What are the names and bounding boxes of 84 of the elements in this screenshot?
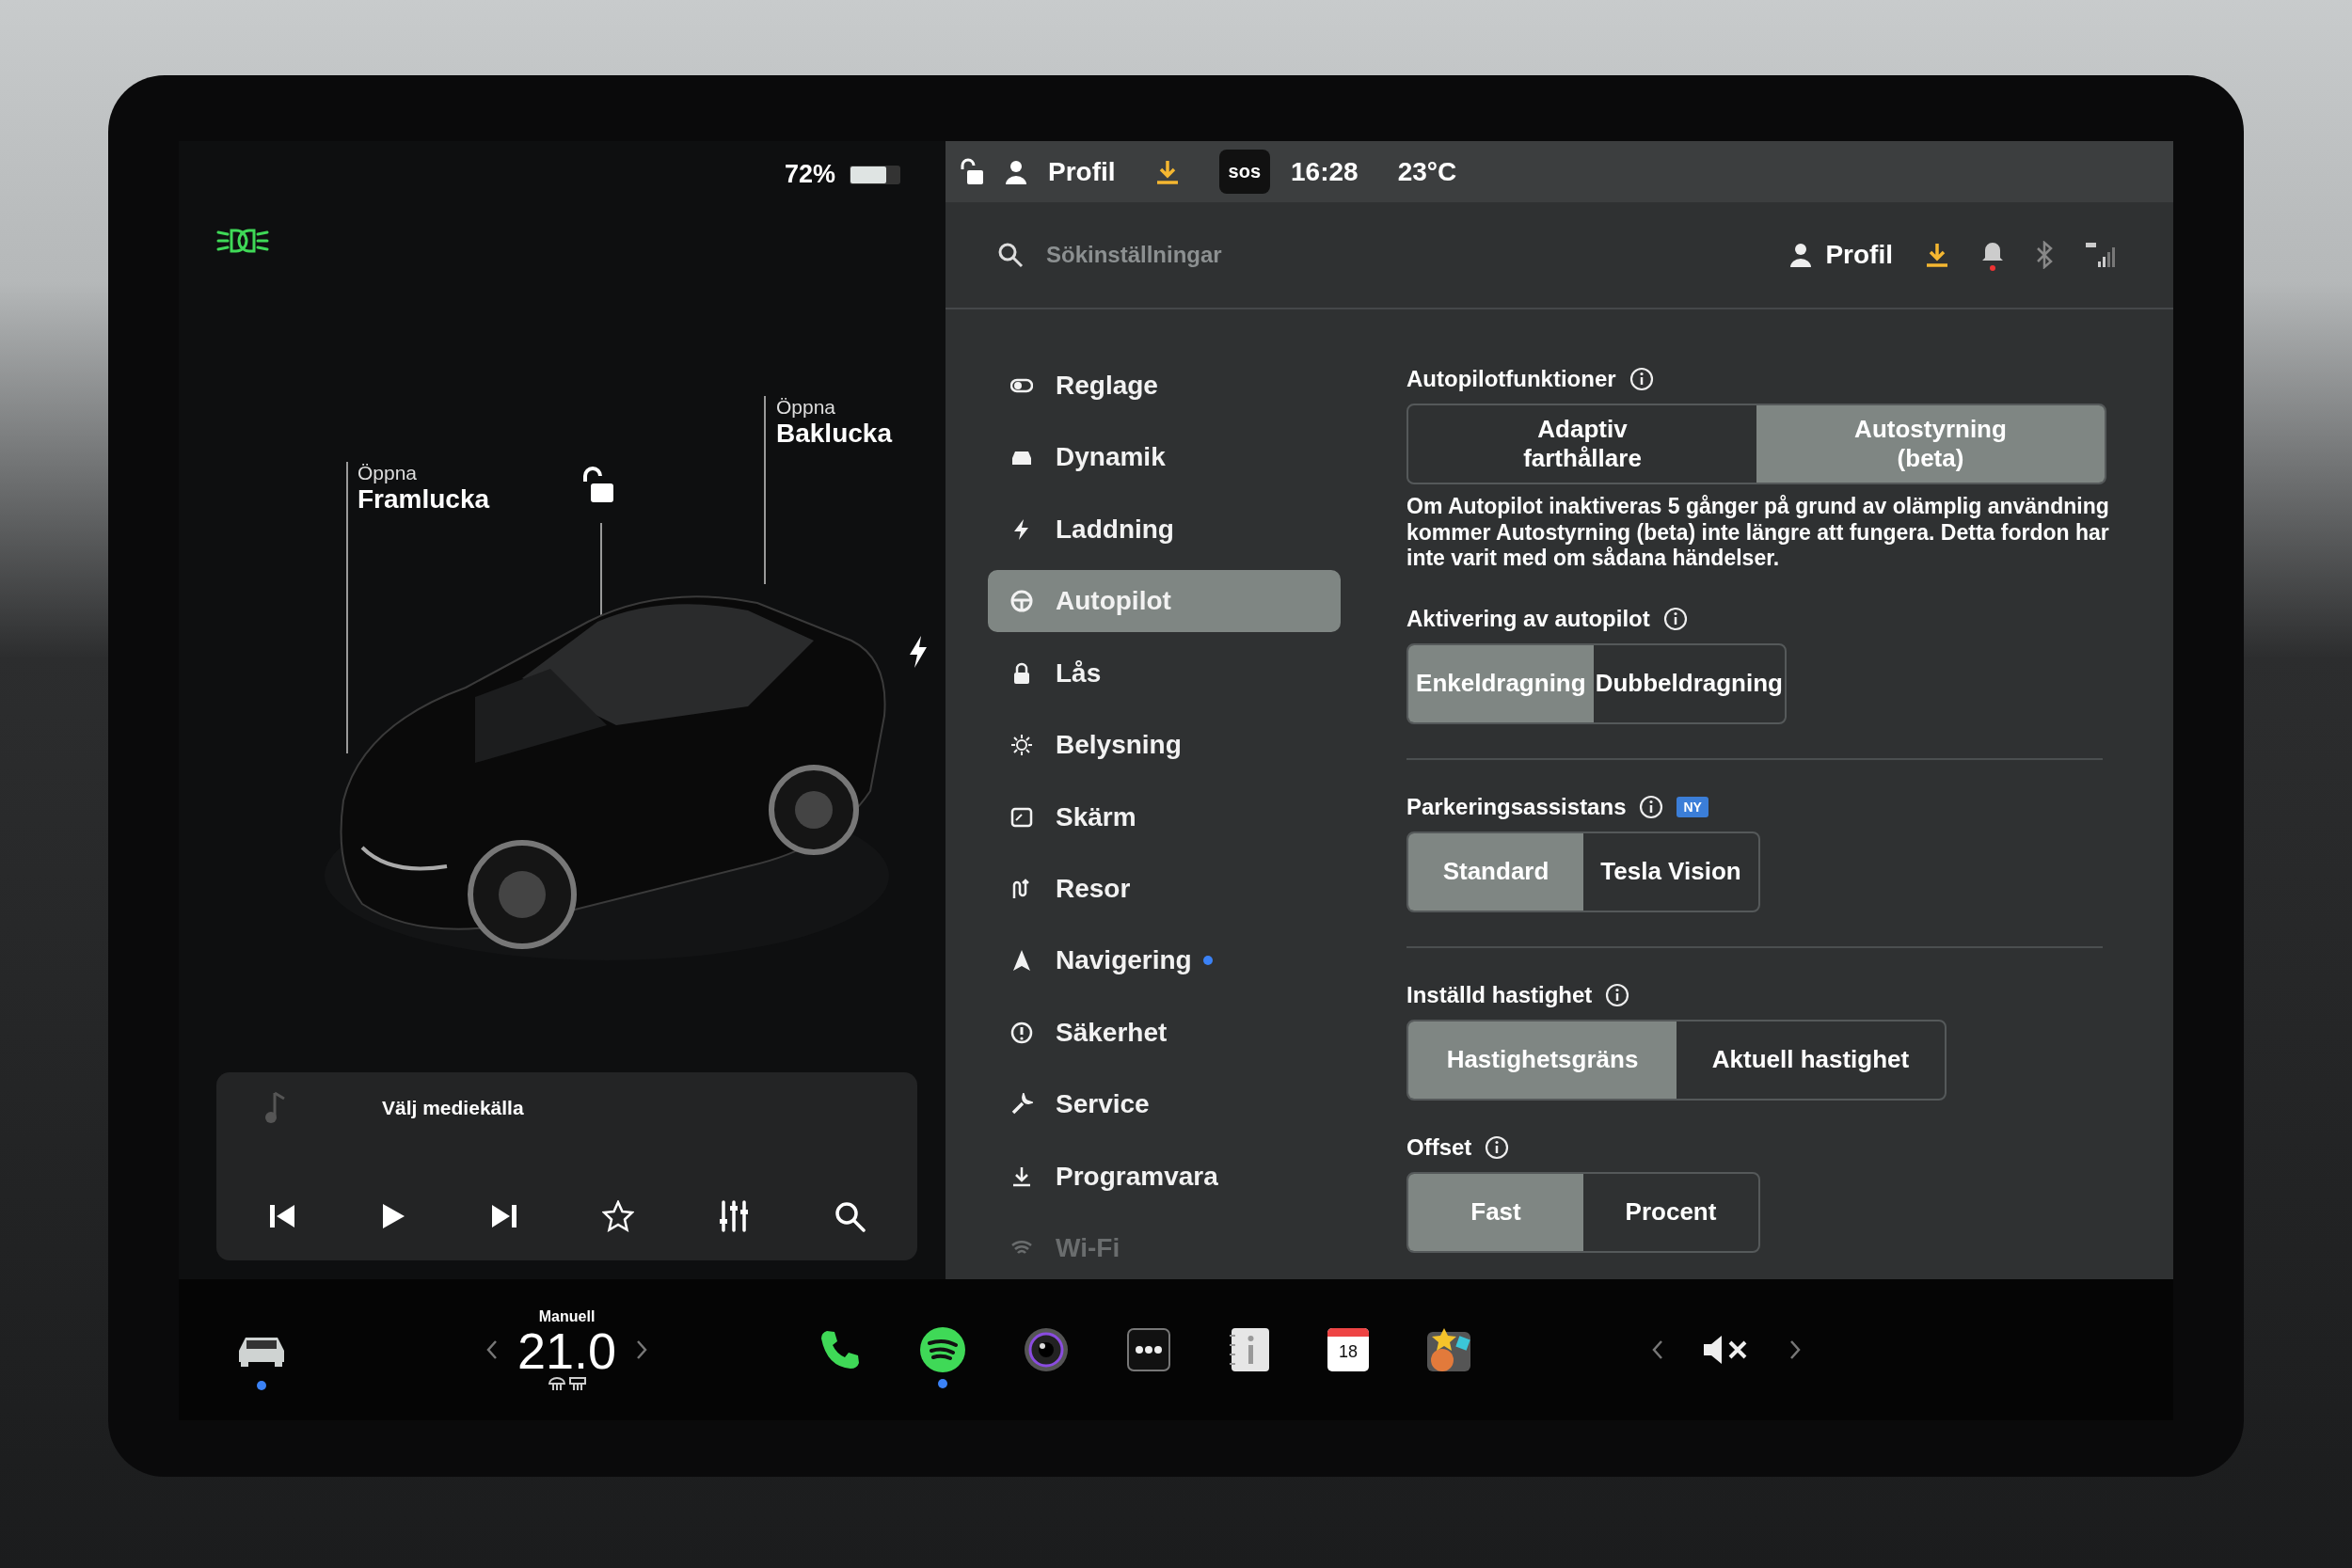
sidebar-item[interactable]: Resor: [988, 858, 1341, 920]
sidebar-item[interactable]: Belysning: [988, 714, 1341, 776]
info-icon[interactable]: [1629, 367, 1654, 391]
alert-circle-icon: [1010, 1021, 1033, 1044]
sidebar-item[interactable]: Lås: [988, 641, 1341, 705]
sidebar-item[interactable]: Navigering: [988, 929, 1341, 992]
profile-link[interactable]: Profil: [1825, 240, 1893, 270]
segment-option[interactable]: Adaptiv farthållare: [1408, 405, 1756, 483]
sidebar-item[interactable]: Reglage: [988, 355, 1341, 417]
download-icon: [1010, 1164, 1033, 1188]
chevron-left-icon[interactable]: [485, 1339, 499, 1360]
battery-percentage: 72%: [784, 160, 835, 189]
download-icon[interactable]: [1925, 242, 1949, 268]
clock-time: 16:28: [1291, 156, 1359, 187]
steering-wheel-icon: [1010, 590, 1033, 613]
bluetooth-icon[interactable]: [2036, 241, 2053, 269]
climate-mode-label: Manuell: [538, 1308, 596, 1325]
music-streaming-icon[interactable]: [919, 1326, 967, 1373]
sidebar-item[interactable]: Programvara: [988, 1146, 1341, 1208]
more-apps-icon[interactable]: [1126, 1327, 1172, 1372]
segment-option[interactable]: Hastighetsgräns: [1408, 1021, 1677, 1099]
segment-option[interactable]: Enkeldragning: [1408, 644, 1594, 722]
sidebar-item[interactable]: Dynamik: [988, 426, 1341, 488]
sos-button[interactable]: sos: [1218, 150, 1271, 194]
car-label-action[interactable]: Öppna: [776, 396, 892, 419]
segment-option[interactable]: Dubbeldragning: [1593, 644, 1785, 722]
sun-icon: [1010, 734, 1033, 757]
calendar-icon[interactable]: 18: [1327, 1328, 1370, 1371]
segment-option[interactable]: Tesla Vision: [1583, 832, 1758, 911]
info-icon[interactable]: [1605, 982, 1630, 1007]
section-heading: Autopilotfunktioner: [1406, 366, 1616, 392]
battery-icon: [849, 163, 903, 186]
navigation-arrow-icon: [1010, 949, 1033, 973]
section-heading: Parkeringsassistans: [1406, 793, 1627, 820]
autopilot-description: Om Autopilot inaktiveras 5 gånger på grund av olämplig användning kommer Autostyrning (beta) inte längre att fungera. Detta fordon har inte varit med om sådana händelser.: [1406, 494, 2110, 572]
unlocked-padlock-icon[interactable]: [960, 157, 984, 186]
person-icon[interactable]: [1005, 158, 1027, 185]
sidebar-item[interactable]: Säkerhet: [988, 1002, 1341, 1064]
lightning-icon[interactable]: [908, 636, 929, 668]
manual-book-icon[interactable]: [1228, 1326, 1272, 1373]
segment-option[interactable]: Standard: [1408, 832, 1583, 911]
search-field[interactable]: Sökinställningar: [1044, 241, 1424, 269]
chevron-left-icon[interactable]: [1651, 1339, 1665, 1360]
equalizer-icon[interactable]: [719, 1200, 750, 1232]
camera-lens-icon[interactable]: [1023, 1326, 1071, 1373]
chevron-right-icon[interactable]: [1788, 1339, 1803, 1360]
download-icon[interactable]: [1154, 158, 1180, 185]
sidebar-item[interactable]: Laddning: [988, 498, 1341, 561]
new-badge: NY: [1677, 796, 1708, 817]
defrost-icon[interactable]: [547, 1376, 587, 1391]
search-icon[interactable]: [834, 1200, 866, 1232]
chevron-right-icon[interactable]: [635, 1339, 649, 1360]
car-label-action[interactable]: Öppna: [358, 462, 490, 484]
frunk-label[interactable]: Framlucka: [358, 484, 490, 515]
search-icon: [997, 242, 1024, 268]
segment-option[interactable]: Autostyrning (beta): [1756, 405, 2105, 483]
info-icon[interactable]: [1485, 1134, 1510, 1160]
previous-track-icon[interactable]: [268, 1202, 296, 1230]
segment-option[interactable]: Fast: [1408, 1173, 1583, 1251]
sidebar-item[interactable]: Skärm: [988, 785, 1341, 848]
screen-icon: [1010, 805, 1033, 829]
outside-temperature: 23°C: [1397, 156, 1457, 187]
segment-option[interactable]: Procent: [1583, 1173, 1758, 1251]
section-heading: Aktivering av autopilot: [1406, 605, 1650, 632]
sidebar-item[interactable]: Service: [988, 1073, 1341, 1136]
media-source-label[interactable]: Välj mediekälla: [382, 1097, 524, 1119]
info-icon[interactable]: [1639, 794, 1664, 819]
profile-link[interactable]: Profil: [1048, 156, 1116, 187]
info-icon[interactable]: [1662, 606, 1688, 631]
next-track-icon[interactable]: [489, 1202, 518, 1230]
active-indicator-dot: [938, 1379, 948, 1388]
play-icon[interactable]: [380, 1202, 405, 1230]
section-heading: Offset: [1406, 1133, 1472, 1161]
active-indicator-dot: [257, 1381, 266, 1390]
unlocked-padlock-icon[interactable]: [581, 467, 615, 504]
lte-signal-icon: [2085, 241, 2117, 269]
headlight-icon: [216, 227, 269, 255]
person-icon[interactable]: [1789, 242, 1813, 268]
cabin-temperature[interactable]: 21.0: [517, 1325, 617, 1376]
section-heading: Inställd hastighet: [1406, 981, 1593, 1008]
toybox-icon[interactable]: [1425, 1326, 1473, 1373]
segment-option[interactable]: Aktuell hastighet: [1677, 1021, 1945, 1099]
trunk-label[interactable]: Baklucka: [776, 419, 892, 449]
star-icon[interactable]: [602, 1200, 635, 1232]
